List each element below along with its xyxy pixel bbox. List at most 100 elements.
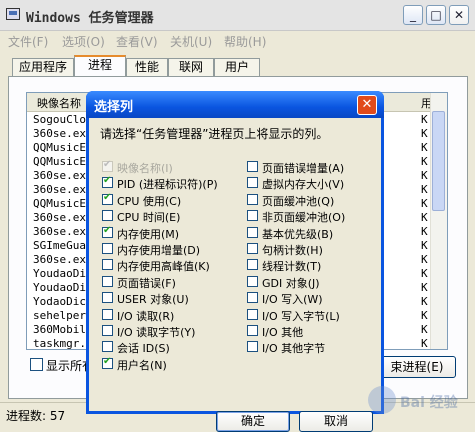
column-option-label: PID (进程标识符)(P) — [117, 178, 218, 192]
row-user-cell: K — [421, 309, 428, 322]
table-row[interactable]: YoudaoDic — [33, 267, 93, 280]
show-all-checkbox[interactable] — [30, 358, 43, 371]
column-checkbox[interactable] — [247, 275, 258, 287]
baidu-watermark: Bai 经验 — [368, 386, 468, 418]
menu-file[interactable]: 文件(F) — [8, 33, 48, 50]
column-option-label: 内存使用高峰值(K) — [117, 260, 210, 274]
column-checkbox[interactable] — [102, 308, 113, 320]
table-row[interactable]: 360se.exe — [33, 127, 93, 140]
column-checkbox[interactable] — [247, 210, 258, 222]
task-manager-icon — [6, 8, 20, 20]
row-user-cell: K — [421, 169, 428, 182]
column-checkbox[interactable] — [102, 210, 113, 222]
column-option-label: 虚拟内存大小(V) — [262, 178, 345, 192]
row-user-cell: K — [421, 141, 428, 154]
table-row[interactable]: 360Mobile — [33, 323, 93, 336]
table-row[interactable]: 360se.exe — [33, 183, 93, 196]
column-checkbox[interactable] — [247, 325, 258, 336]
column-checkbox[interactable] — [247, 193, 258, 205]
table-row[interactable]: sehelper. — [33, 309, 93, 322]
column-option-label: CPU 使用(C) — [117, 194, 182, 208]
column-option-label: GDI 对象(J) — [262, 276, 320, 290]
maximize-button[interactable]: □ — [426, 5, 446, 25]
table-row[interactable]: 360se.exe — [33, 211, 93, 224]
column-checkbox[interactable] — [102, 259, 113, 271]
close-button[interactable]: ✕ — [449, 5, 469, 25]
dialog-description: 请选择“任务管理器”进程页上将显示的列。 — [100, 127, 329, 141]
minimize-button[interactable]: _ — [403, 5, 423, 25]
table-row[interactable]: QQMusicEx — [33, 141, 93, 154]
end-process-button[interactable]: 束进程(E) — [378, 356, 456, 378]
cancel-button[interactable]: 取消 — [299, 411, 373, 432]
column-option-label: 页面错误增量(A) — [262, 162, 345, 175]
menu-options[interactable]: 选项(O) — [62, 33, 105, 50]
list-scrollbar[interactable] — [430, 93, 447, 349]
column-checkbox[interactable] — [102, 325, 113, 336]
column-checkbox[interactable] — [102, 341, 113, 353]
column-checkbox[interactable] — [247, 292, 258, 304]
table-row[interactable]: 360se.exe — [33, 225, 93, 238]
column-checkbox[interactable] — [247, 259, 258, 271]
table-row[interactable]: YoudaoDic — [33, 281, 93, 294]
table-row[interactable]: 360se.exe — [33, 169, 93, 182]
tab-performance[interactable]: 性能 — [126, 58, 168, 76]
column-option-label: 线程计数(T) — [262, 260, 322, 274]
table-row[interactable]: taskmgr.e — [33, 337, 93, 349]
column-checkbox[interactable] — [102, 243, 113, 254]
column-checkbox[interactable] — [102, 292, 113, 304]
column-checkbox[interactable] — [102, 275, 113, 287]
row-user-cell: K — [421, 253, 428, 266]
maximize-icon: □ — [430, 8, 442, 22]
column-checkbox[interactable] — [247, 308, 258, 320]
tab-processes[interactable]: 进程 — [74, 55, 126, 77]
column-checkbox — [102, 159, 113, 172]
tab-bar: 应用程序 进程 性能 联网 用户 — [8, 55, 468, 77]
title-bar[interactable]: Windows 任务管理器 _ □ ✕ — [0, 0, 475, 31]
column-image-name[interactable]: 映像名称 — [37, 95, 81, 111]
column-option-label: 页面错误(F) — [117, 276, 176, 290]
table-row[interactable]: YodaoDict — [33, 295, 93, 308]
process-count: 进程数: 57 — [6, 409, 66, 423]
scrollbar-thumb[interactable] — [432, 111, 445, 211]
tab-applications[interactable]: 应用程序 — [12, 58, 74, 76]
table-row[interactable]: 360se.exe — [33, 253, 93, 266]
menu-bar: 文件(F) 选项(O) 查看(V) 关机(U) 帮助(H) — [0, 30, 475, 50]
column-option-label: I/O 其他字节 — [262, 342, 326, 356]
menu-help[interactable]: 帮助(H) — [224, 33, 266, 50]
watermark-text: Bai 经验 — [400, 395, 458, 411]
row-user-cell: K — [421, 239, 428, 252]
close-icon: ✕ — [361, 97, 373, 112]
column-checkbox[interactable] — [247, 161, 258, 172]
column-checkbox[interactable] — [247, 177, 258, 189]
column-option-label: 页面缓冲池(Q) — [262, 194, 335, 208]
dialog-close-button[interactable]: ✕ — [357, 95, 377, 115]
column-option-label: I/O 写入字节(L) — [262, 309, 340, 323]
column-option-label: 用户名(N) — [117, 358, 167, 372]
dialog-body: 请选择“任务管理器”进程页上将显示的列。 确定 取消 映像名称(I) PID (进… — [89, 118, 381, 432]
menu-view[interactable]: 查看(V) — [116, 33, 158, 50]
column-option-label: USER 对象(U) — [117, 293, 189, 307]
menu-shutdown[interactable]: 关机(U) — [170, 33, 212, 50]
row-user-cell: K — [421, 127, 428, 140]
dialog-title-bar[interactable]: 选择列 ✕ — [86, 91, 384, 118]
column-option-label: 映像名称(I) — [117, 162, 173, 175]
table-row[interactable]: SGImeGuar — [33, 239, 93, 252]
column-checkbox[interactable] — [247, 243, 258, 254]
ok-button[interactable]: 确定 — [216, 411, 290, 432]
column-checkbox[interactable] — [247, 341, 258, 353]
column-option-label: I/O 写入(W) — [262, 293, 323, 307]
column-checkbox[interactable] — [247, 226, 258, 238]
tab-users[interactable]: 用户 — [214, 58, 260, 76]
column-checkbox[interactable] — [102, 356, 113, 369]
table-row[interactable]: QQMusicEx — [33, 197, 93, 210]
column-checkbox[interactable] — [102, 225, 113, 238]
table-row[interactable]: SogouClou — [33, 113, 93, 126]
column-option-label: I/O 读取字节(Y) — [117, 326, 196, 339]
tab-networking[interactable]: 联网 — [168, 58, 214, 76]
column-checkbox[interactable] — [102, 192, 113, 205]
row-user-cell: K — [421, 281, 428, 294]
dialog-title: 选择列 — [94, 100, 134, 115]
row-user-cell: K — [421, 155, 428, 168]
column-checkbox[interactable] — [102, 175, 113, 189]
table-row[interactable]: QQMusicEx — [33, 155, 93, 168]
